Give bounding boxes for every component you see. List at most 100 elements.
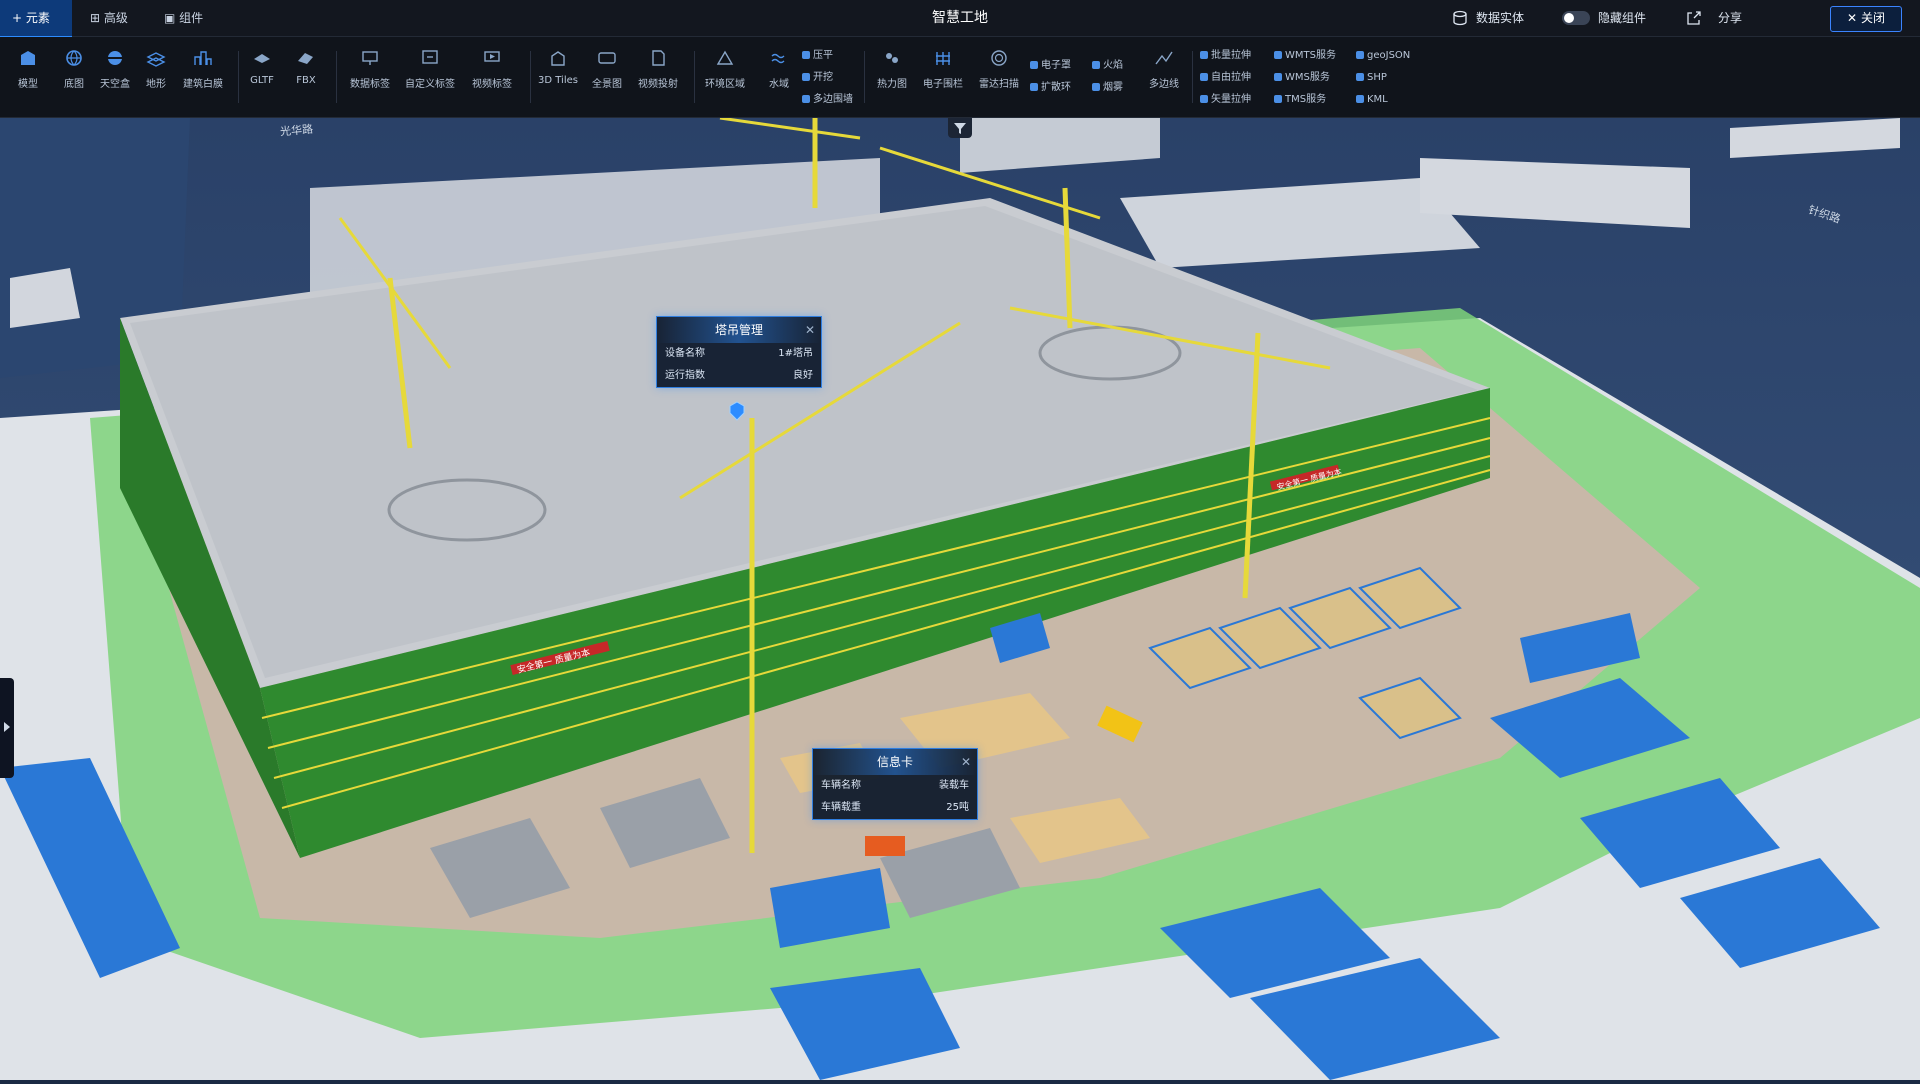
popup-row-label: 设备名称	[665, 348, 705, 359]
environment-icon	[716, 50, 734, 65]
popup-row: 车辆名称 装载车	[813, 775, 977, 797]
tool-data-label[interactable]: 数据标签	[344, 45, 396, 90]
close-icon[interactable]: ✕	[961, 749, 971, 775]
popup-row: 设备名称 1#塔吊	[657, 343, 821, 365]
tool-vector-stretch-label: 矢量拉伸	[1211, 94, 1251, 105]
custom-label-icon	[422, 50, 438, 64]
tool-free-stretch[interactable]: 自由拉伸	[1200, 71, 1251, 85]
toolbar-separator	[336, 51, 337, 103]
tool-free-stretch-label: 自由拉伸	[1211, 72, 1251, 83]
tool-terrain[interactable]: 地形	[130, 45, 182, 90]
share-button[interactable]: 分享	[1718, 0, 1742, 36]
popup-row-label: 车辆名称	[821, 780, 861, 791]
tool-diffusion-ring-label: 扩散环	[1041, 82, 1071, 93]
popup-row-value: 良好	[793, 370, 813, 381]
tool-electronic-cover[interactable]: 电子罩	[1030, 59, 1071, 73]
tool-electronic-fence[interactable]: 电子围栏	[917, 45, 969, 90]
toolbar-separator	[864, 51, 865, 103]
water-icon	[771, 53, 785, 64]
buildings-icon	[194, 51, 212, 65]
tool-flame[interactable]: 火焰	[1092, 59, 1123, 73]
tool-shp[interactable]: SHP	[1356, 71, 1387, 85]
tool-batch-stretch-label: 批量拉伸	[1211, 50, 1251, 61]
skybox-icon	[108, 51, 122, 65]
tool-polygon-wall-label: 多边围墙	[813, 94, 853, 105]
tool-wmts-service-label: WMTS服务	[1285, 50, 1336, 61]
toolbar-separator	[530, 51, 531, 103]
tool-building-white-model[interactable]: 建筑白膜	[177, 45, 229, 90]
tool-label: 水域	[769, 79, 789, 90]
data-label-icon	[362, 51, 378, 65]
tool-heatmap[interactable]: 热力图	[866, 45, 918, 90]
database-icon	[1453, 10, 1467, 26]
radar-icon	[991, 50, 1007, 66]
tool-label: 3D Tiles	[538, 75, 578, 86]
tool-model[interactable]: 模型	[2, 45, 54, 90]
location-pin-icon[interactable]	[728, 401, 746, 421]
tool-label: 建筑白膜	[183, 79, 223, 90]
tool-polygon-wall[interactable]: 多边围墙	[802, 93, 853, 107]
close-button[interactable]: ✕ 关闭	[1830, 6, 1902, 32]
tool-label: 底图	[64, 79, 84, 90]
tool-excavate[interactable]: 开挖	[802, 71, 833, 85]
popup-row-label: 运行指数	[665, 370, 705, 381]
tab-components[interactable]: ▣ 组件	[152, 0, 215, 36]
tool-wmts-service[interactable]: WMTS服务	[1274, 49, 1336, 63]
left-panel-toggle[interactable]	[0, 678, 14, 778]
close-icon[interactable]: ✕	[805, 317, 815, 343]
tool-video-projection[interactable]: 视频投射	[632, 45, 684, 90]
tool-vector-stretch[interactable]: 矢量拉伸	[1200, 93, 1251, 107]
heatmap-icon	[886, 53, 898, 63]
tool-water[interactable]: 水域	[753, 45, 805, 90]
tool-label: 视频标签	[472, 79, 512, 90]
popup-row-label: 车辆载重	[821, 802, 861, 813]
tool-flatten[interactable]: 压平	[802, 49, 833, 63]
tool-environment-area[interactable]: 环境区域	[699, 45, 751, 90]
tool-label: 天空盒	[100, 79, 130, 90]
tool-smoke[interactable]: 烟雾	[1092, 81, 1123, 95]
tool-geojson-label: geoJSON	[1367, 50, 1411, 61]
tool-label: 热力图	[877, 79, 907, 90]
data-entity-button[interactable]: 数据实体	[1476, 0, 1524, 36]
fbx-icon	[298, 53, 313, 64]
title-bar: + 元素 ⊞ 高级 ▣ 组件 智慧工地 数据实体 隐藏组件 分享 ✕ 关闭	[0, 0, 1920, 38]
vehicle-popup-header: 信息卡 ✕	[813, 749, 977, 775]
tool-polyline[interactable]: 多边线	[1138, 45, 1190, 90]
tool-radar-scan[interactable]: 雷达扫描	[973, 45, 1025, 90]
tool-label: 环境区域	[705, 79, 745, 90]
tool-wms-service[interactable]: WMS服务	[1274, 71, 1330, 85]
tool-fbx[interactable]: FBX	[280, 45, 332, 86]
vehicle-popup-title: 信息卡	[876, 755, 913, 769]
close-icon: ✕	[1847, 11, 1858, 25]
tiles-icon	[551, 51, 565, 66]
hide-components-label: 隐藏组件	[1598, 11, 1647, 25]
tab-elements[interactable]: + 元素	[0, 0, 72, 38]
tab-advanced[interactable]: ⊞ 高级	[78, 0, 140, 36]
view-toggle-button[interactable]	[948, 118, 972, 138]
toolbar-separator	[694, 51, 695, 103]
tool-custom-label[interactable]: 自定义标签	[404, 45, 456, 90]
hide-components-toggle[interactable]	[1562, 11, 1590, 25]
tool-panorama[interactable]: 全景图	[581, 45, 633, 90]
tool-electronic-cover-label: 电子罩	[1041, 60, 1071, 71]
tool-batch-stretch[interactable]: 批量拉伸	[1200, 49, 1251, 63]
toolbar: 模型 底图 天空盒 地形 建筑白膜 GLTF FBX 数据标签 自定义标签 视频…	[0, 37, 1920, 118]
popup-row-value: 25吨	[946, 802, 969, 813]
3d-viewport[interactable]: 光华路 针织路 安全第一 质量为本 安全第一 质量为本 塔吊管理 ✕ 设备名称 …	[0, 116, 1920, 1080]
tool-kml[interactable]: KML	[1356, 93, 1388, 107]
tool-kml-label: KML	[1367, 94, 1388, 105]
tool-video-label[interactable]: 视频标签	[466, 45, 518, 90]
tool-tms-service[interactable]: TMS服务	[1274, 93, 1326, 107]
tool-3d-tiles[interactable]: 3D Tiles	[532, 45, 584, 86]
tool-geojson[interactable]: geoJSON	[1356, 49, 1410, 63]
filter-icon	[954, 123, 966, 134]
popup-row: 车辆载重 25吨	[813, 797, 977, 819]
construction-site-scene	[0, 116, 1920, 1080]
tool-label: 模型	[18, 79, 38, 90]
close-label: 关闭	[1860, 11, 1885, 25]
terrain-icon	[146, 52, 166, 67]
tool-diffusion-ring[interactable]: 扩散环	[1030, 81, 1071, 95]
video-label-icon	[484, 51, 500, 62]
tool-shp-label: SHP	[1367, 72, 1387, 83]
tool-label: 全景图	[592, 79, 622, 90]
